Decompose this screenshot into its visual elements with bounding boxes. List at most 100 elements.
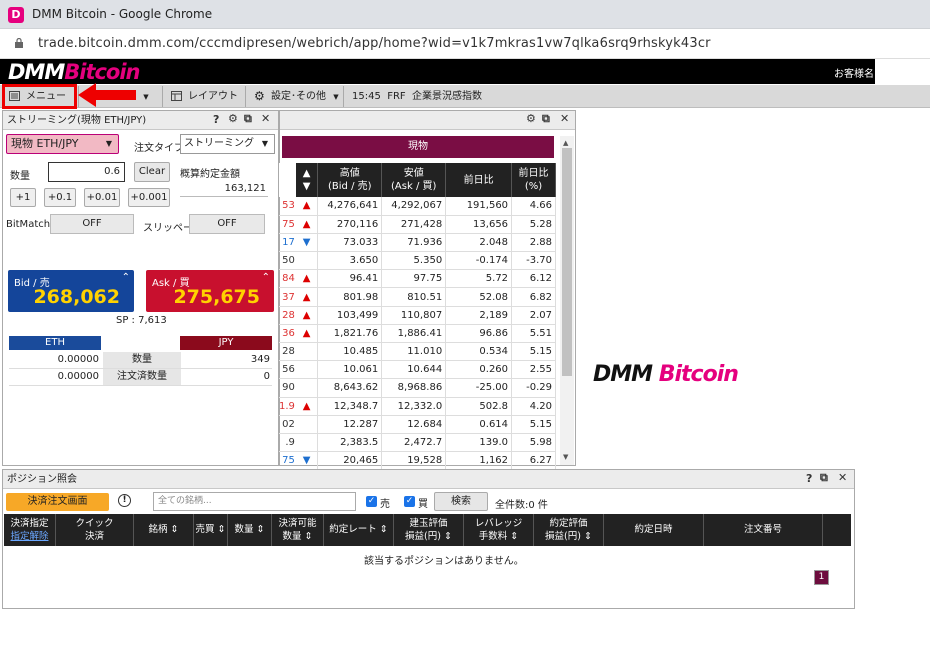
close-icon[interactable]: ✕ (560, 112, 569, 125)
address-bar[interactable]: trade.bitcoin.dmm.com/cccmdipresen/webri… (0, 29, 930, 59)
step-plus-0-001[interactable]: +0.001 (128, 188, 170, 207)
spread-text: SP : 7,613 (116, 315, 167, 326)
price-row[interactable]: 50 3.650 5.350 -0.174 -3.70 (279, 251, 556, 271)
positions-col-header[interactable]: 注文番号 (704, 514, 823, 546)
price-row[interactable]: 56 10.061 10.644 0.260 2.55 (279, 360, 556, 380)
price-row[interactable]: 84 ▲ 96.41 97.75 5.72 6.12 (279, 269, 556, 289)
settle-order-button[interactable]: 決済注文画面 (6, 493, 109, 511)
ask-price: 275,675 (173, 286, 260, 308)
change-pct: 2.88 (511, 233, 556, 253)
jpy-header: JPY (180, 336, 272, 350)
sort-icon[interactable]: ⇕ (215, 524, 226, 535)
positions-col-header[interactable]: 売買 ⇕ (194, 514, 228, 546)
step-plus-0-1[interactable]: +0.1 (44, 188, 76, 207)
settings-button[interactable]: ⚙ 設定･その他 ▼ (249, 87, 339, 106)
price-row[interactable]: 90 8,643.62 8,968.86 -25.00 -0.29 (279, 378, 556, 398)
customer-name[interactable]: お客様名 (834, 65, 874, 80)
close-icon[interactable]: ✕ (261, 112, 270, 125)
scroll-up-icon[interactable]: ▲ (563, 139, 568, 147)
up-arrow-icon: ▲ (295, 269, 319, 289)
positions-col-header[interactable]: 約定評価 損益(円) ⇕ (534, 514, 604, 546)
tab-spot[interactable]: 現物 (282, 136, 554, 158)
sort-icon[interactable]: ⇕ (581, 531, 592, 542)
close-icon[interactable]: ✕ (838, 471, 847, 484)
price-row[interactable]: 02 12.287 12.684 0.614 5.15 (279, 415, 556, 434)
sort-icon[interactable]: ⇕ (168, 524, 179, 535)
sort-icon[interactable]: ⇕ (441, 531, 452, 542)
popout-icon[interactable]: ⧉ (820, 471, 828, 485)
positions-col-header[interactable]: 建玉評価 損益(円) ⇕ (394, 514, 464, 546)
change: 2.048 (445, 233, 513, 253)
low-price: 19,528 (381, 451, 447, 471)
slippage-toggle[interactable]: OFF (189, 214, 265, 234)
estimate-value: 163,121 (224, 183, 266, 194)
eth-qty: 0.00000 (57, 354, 99, 365)
scrollbar-thumb[interactable] (562, 148, 572, 376)
checkbox-buy[interactable]: ✓ (404, 496, 415, 507)
low-price: 11.010 (381, 342, 447, 362)
checkbox-sell[interactable]: ✓ (366, 496, 377, 507)
positions-col-header[interactable]: クイック 決済 (56, 514, 134, 546)
price-row[interactable]: 28 ▲ 103,499 110,807 2,189 2.07 (279, 306, 556, 325)
balance-row: 0.00000 注文済数量 0 (9, 369, 272, 386)
step-plus-0-01[interactable]: +0.01 (84, 188, 120, 207)
price-row[interactable]: 75 ▲ 270,116 271,428 13,656 5.28 (279, 215, 556, 234)
price-row[interactable]: 28 10.485 11.010 0.534 5.15 (279, 342, 556, 362)
eth-header: ETH (9, 336, 101, 350)
page-1-button[interactable]: 1 (814, 570, 829, 585)
url-text[interactable]: trade.bitcoin.dmm.com/cccmdipresen/webri… (38, 36, 711, 51)
bid-sell-button[interactable]: Bid / 売 ⌃ 268,062 (8, 270, 134, 312)
clear-designation-link[interactable]: 指定解除 (10, 531, 48, 542)
price-row[interactable]: 17 ▼ 73.033 71.936 2.048 2.88 (279, 233, 556, 253)
symbol-select[interactable]: 現物 ETH/JPY ▼ (6, 134, 119, 154)
low-price: 5.350 (381, 251, 447, 271)
positions-col-header[interactable]: 決済可能 数量 ⇕ (272, 514, 324, 546)
positions-col-header[interactable]: 約定レート ⇕ (324, 514, 394, 546)
scroll-down-icon[interactable]: ▼ (563, 453, 568, 461)
jpy-ordered: 0 (263, 371, 270, 382)
price-row[interactable]: 1.9 ▲ 12,348.7 12,332.0 502.8 4.20 (279, 397, 556, 416)
bitmatch-toggle[interactable]: OFF (50, 214, 134, 234)
popout-icon[interactable]: ⧉ (244, 112, 252, 126)
sort-icon[interactable]: ⇕ (254, 524, 265, 535)
sort-icon[interactable]: ⇕ (507, 531, 518, 542)
news-ticker[interactable]: 15:45 FRF 企業景況感指数 (352, 87, 482, 106)
positions-col-header[interactable]: 銘柄 ⇕ (134, 514, 194, 546)
high-price: 12,348.7 (317, 397, 383, 416)
order-type-select[interactable]: ストリーミング ▼ (180, 134, 275, 154)
step-plus-1[interactable]: +1 (10, 188, 36, 207)
positions-col-header[interactable]: 約定日時 (604, 514, 704, 546)
header-change[interactable]: 前日比 (445, 163, 513, 197)
header-high[interactable]: 高値 (Bid / 売) (317, 163, 383, 197)
price-row[interactable]: 36 ▲ 1,821.76 1,886.41 96.86 5.51 (279, 324, 556, 344)
change-pct: 2.55 (511, 360, 556, 380)
price-table-header: ▲ ▼ 高値 (Bid / 売) 安値 (Ask / 買) 前日比 前日比 (%) (279, 163, 556, 197)
buy-label: 買 (418, 499, 428, 510)
clear-button[interactable]: Clear (134, 162, 170, 182)
gear-icon[interactable]: ⚙ (526, 112, 536, 125)
header-direction[interactable]: ▲ ▼ (295, 163, 319, 197)
popout-icon[interactable]: ⧉ (542, 112, 550, 126)
help-icon[interactable]: ? (806, 472, 812, 485)
price-row[interactable]: 53 ▲ 4,276,641 4,292,067 191,560 4.66 (279, 197, 556, 216)
ask-buy-button[interactable]: Ask / 買 ⌃ 275,675 (146, 270, 274, 312)
gear-icon[interactable]: ⚙ (228, 112, 238, 125)
qty-input[interactable]: 0.6 (48, 162, 125, 182)
help-icon[interactable]: ? (213, 113, 219, 126)
info-icon[interactable]: ! (118, 494, 131, 507)
header-low[interactable]: 安値 (Ask / 買) (381, 163, 447, 197)
sort-icon[interactable]: ⇕ (377, 524, 388, 535)
layout-button[interactable]: レイアウト ▼ (166, 87, 242, 120)
search-button[interactable]: 検索 (434, 492, 488, 511)
price-row[interactable]: .9 2,383.5 2,472.7 139.0 5.98 (279, 433, 556, 453)
positions-col-header[interactable]: レバレッジ 手数料 ⇕ (464, 514, 534, 546)
price-row[interactable]: 75 ▼ 20,465 19,528 1,162 6.27 (279, 451, 556, 471)
direction-cell (295, 342, 319, 362)
price-row[interactable]: 37 ▲ 801.98 810.51 52.08 6.82 (279, 287, 556, 307)
high-price: 801.98 (317, 287, 383, 307)
header-change-pct[interactable]: 前日比 (%) (511, 163, 556, 197)
sort-icon[interactable]: ⇕ (302, 531, 313, 542)
symbol-search-input[interactable]: 全ての銘柄... (153, 492, 356, 511)
positions-col-header[interactable]: 数量 ⇕ (228, 514, 272, 546)
positions-col-header[interactable]: 決済指定 指定解除 (4, 514, 56, 546)
